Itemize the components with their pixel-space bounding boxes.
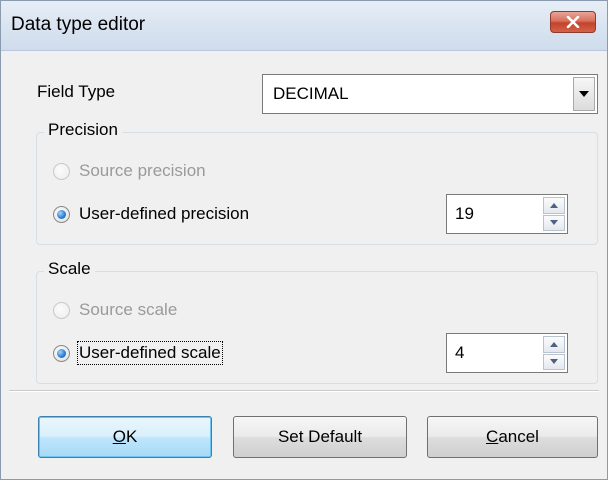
radio-selected-dot <box>57 349 66 358</box>
user-precision-label[interactable]: User-defined precision <box>79 204 249 224</box>
spin-up-button[interactable] <box>543 336 565 353</box>
precision-value[interactable]: 19 <box>455 204 474 224</box>
title-bar[interactable]: Data type editor <box>1 1 607 51</box>
user-scale-label[interactable]: User-defined scale <box>77 341 223 365</box>
scale-group-title: Scale <box>44 259 95 279</box>
set-default-label: Set Default <box>277 427 363 446</box>
arrow-up-icon <box>550 341 558 347</box>
ok-button[interactable]: OK <box>38 416 212 458</box>
spin-down-button[interactable] <box>543 214 565 231</box>
combo-dropdown-button[interactable] <box>573 77 595 111</box>
cancel-button[interactable]: Cancel <box>427 416 598 458</box>
cancel-mnemonic: C <box>486 427 499 446</box>
ok-mnemonic: O <box>112 427 126 446</box>
spin-up-button[interactable] <box>543 197 565 214</box>
source-scale-radio[interactable] <box>53 302 70 319</box>
window-title: Data type editor <box>11 14 146 35</box>
field-type-value: DECIMAL <box>273 84 349 103</box>
scale-spin[interactable]: 4 <box>446 333 568 373</box>
ok-label-rest: K <box>125 427 138 446</box>
dialog-window: Data type editor Field Type DECIMAL Prec… <box>0 0 608 480</box>
spin-down-button[interactable] <box>543 353 565 370</box>
arrow-up-icon <box>550 202 558 208</box>
scale-value[interactable]: 4 <box>455 343 464 363</box>
dialog-client: Field Type DECIMAL Precision Source prec… <box>9 52 599 473</box>
button-separator <box>9 390 599 392</box>
cancel-label-rest: ancel <box>498 427 539 446</box>
arrow-down-icon <box>550 359 558 365</box>
close-x-icon <box>566 16 580 28</box>
radio-selected-dot <box>57 210 66 219</box>
precision-group-title: Precision <box>44 120 122 140</box>
source-scale-label[interactable]: Source scale <box>79 300 177 320</box>
field-type-label: Field Type <box>37 82 116 101</box>
close-button[interactable] <box>550 11 596 33</box>
user-precision-radio[interactable] <box>53 206 70 223</box>
field-type-combo[interactable]: DECIMAL <box>262 74 598 114</box>
precision-spin[interactable]: 19 <box>446 194 568 234</box>
precision-spin-buttons <box>543 197 565 231</box>
chevron-down-icon <box>579 91 589 97</box>
source-precision-radio[interactable] <box>53 163 70 180</box>
set-default-button[interactable]: Set Default <box>233 416 407 458</box>
arrow-down-icon <box>550 220 558 226</box>
user-scale-radio[interactable] <box>53 345 70 362</box>
source-precision-label[interactable]: Source precision <box>79 161 206 181</box>
scale-spin-buttons <box>543 336 565 370</box>
